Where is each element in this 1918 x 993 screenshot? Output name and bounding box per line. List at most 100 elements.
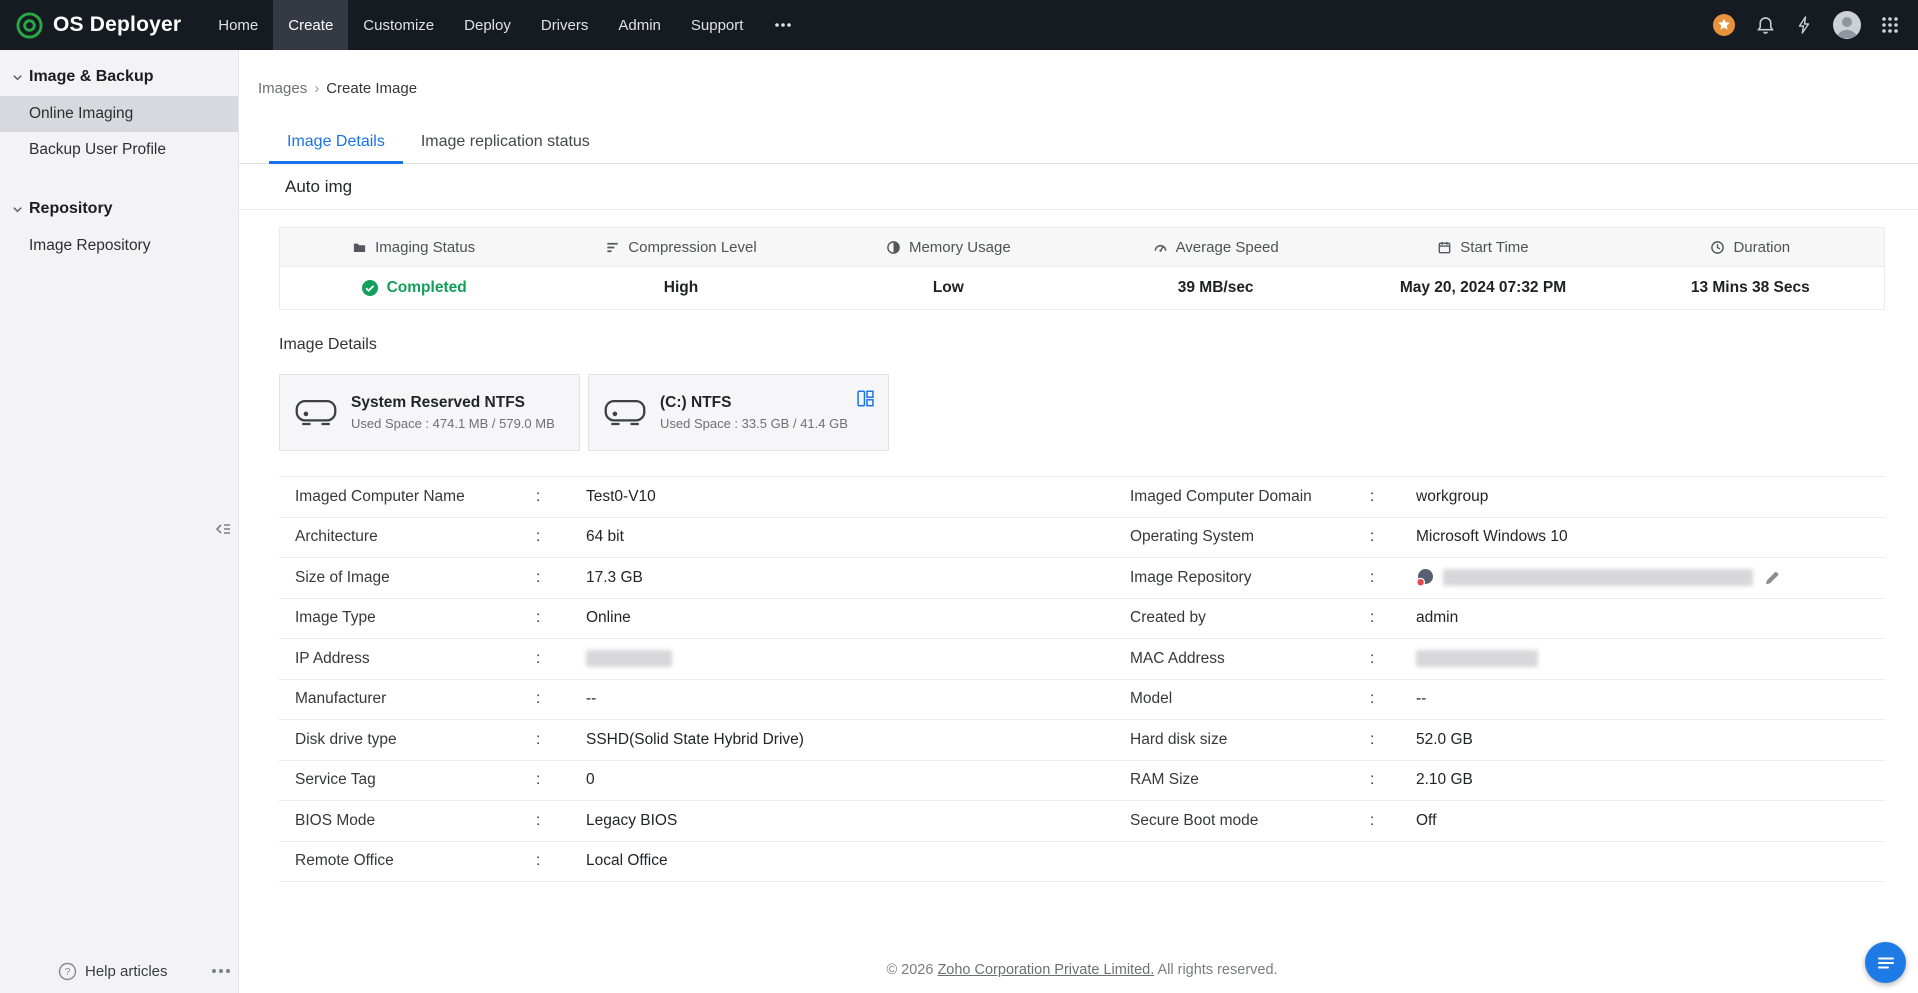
secure-boot-mode-value: Off — [1416, 812, 1885, 830]
hard-disk-size-value: 52.0 GB — [1416, 731, 1885, 749]
partition-card-c-drive[interactable]: (C:) NTFS Used Space : 33.5 GB / 41.4 GB — [588, 374, 889, 451]
partition-layout-icon[interactable] — [857, 390, 874, 412]
disk-drive-type-value: SSHD(Solid State Hybrid Drive) — [586, 731, 1130, 749]
edit-repository-icon[interactable] — [1763, 568, 1782, 587]
ip-address-value — [586, 650, 1130, 667]
redacted-ip-address — [586, 650, 672, 667]
nav-drivers[interactable]: Drivers — [526, 0, 604, 50]
detail-row: Imaged Computer Name : Test0-V10 Imaged … — [279, 477, 1885, 518]
sidebar-footer: ? Help articles — [0, 949, 238, 993]
manufacturer-value: -- — [586, 690, 1130, 708]
zoho-corporation-link[interactable]: Zoho Corporation Private Limited. — [937, 962, 1154, 978]
ram-size-value: 2.10 GB — [1416, 771, 1885, 789]
repository-server-icon — [1416, 568, 1435, 587]
image-details-heading: Image Details — [279, 336, 1918, 354]
disk-drive-icon — [603, 395, 647, 431]
sidebar-more-icon[interactable] — [212, 969, 230, 973]
nav-home[interactable]: Home — [203, 0, 273, 50]
nav-customize[interactable]: Customize — [348, 0, 449, 50]
status-table-header: Imaging Status Compression Level Memory … — [280, 228, 1884, 267]
detail-row: BIOS Mode : Legacy BIOS Secure Boot mode… — [279, 801, 1885, 842]
status-table-header-cell: Memory Usage — [815, 228, 1082, 266]
sidebar-item-image-repository[interactable]: Image Repository — [0, 228, 238, 264]
user-avatar[interactable] — [1832, 10, 1862, 40]
app-title: OS Deployer — [53, 13, 181, 37]
footer-copyright: © 2026 Zoho Corporation Private Limited.… — [279, 962, 1885, 978]
sidebar-item-backup-user-profile[interactable]: Backup User Profile — [0, 132, 238, 168]
detail-row: Size of Image : 17.3 GB Image Repository… — [279, 558, 1885, 599]
duration-icon — [1710, 240, 1725, 255]
nav-deploy[interactable]: Deploy — [449, 0, 526, 50]
quick-actions-lightning-icon[interactable] — [1794, 15, 1814, 35]
partition-cards: System Reserved NTFS Used Space : 474.1 … — [279, 374, 1918, 451]
floating-menu-button[interactable] — [1865, 942, 1906, 983]
main-content: Images › Create Image Image Details Imag… — [239, 50, 1918, 993]
status-table-header-cell: Duration — [1617, 228, 1884, 266]
whats-new-icon[interactable] — [1711, 12, 1737, 38]
notifications-bell-icon[interactable] — [1755, 15, 1776, 36]
disk-drive-icon — [294, 395, 338, 431]
main-navigation: Home Create Customize Deploy Drivers Adm… — [203, 0, 808, 50]
status-table-header-cell: Average Speed — [1082, 228, 1349, 266]
imaging-status-table: Imaging Status Compression Level Memory … — [279, 227, 1885, 310]
redacted-repository-name — [1443, 569, 1753, 586]
tab-bar: Image Details Image replication status — [239, 121, 1918, 164]
check-circle-icon — [361, 279, 379, 297]
remote-office-value: Local Office — [586, 852, 1130, 870]
collapse-sidebar-button[interactable] — [210, 516, 236, 542]
start-time-icon — [1437, 240, 1452, 255]
sidebar-section-label: Image & Backup — [29, 68, 153, 86]
sidebar: Image & Backup Online Imaging Backup Use… — [0, 50, 239, 993]
tab-image-details[interactable]: Image Details — [269, 121, 403, 163]
image-repository-value — [1416, 568, 1885, 587]
breadcrumb-images-link[interactable]: Images — [258, 80, 307, 97]
help-articles-button[interactable]: ? Help articles — [58, 962, 168, 981]
duration-value: 13 Mins 38 Secs — [1617, 267, 1884, 309]
detail-row: Image Type : Online Created by : admin — [279, 599, 1885, 640]
nav-more-icon[interactable] — [758, 0, 808, 50]
breadcrumb: Images › Create Image — [258, 80, 1918, 97]
nav-create[interactable]: Create — [273, 0, 348, 50]
partition-used-space: Used Space : 474.1 MB / 579.0 MB — [351, 416, 555, 431]
image-type-value: Online — [586, 609, 1130, 627]
app-brand[interactable]: OS Deployer — [0, 12, 203, 39]
status-table-header-cell: Compression Level — [547, 228, 814, 266]
status-col-label: Memory Usage — [909, 239, 1011, 256]
copyright-suffix: All rights reserved. — [1154, 962, 1277, 978]
sidebar-section-image-backup: Image & Backup Online Imaging Backup Use… — [0, 50, 238, 168]
redacted-mac-address — [1416, 650, 1538, 667]
nav-admin[interactable]: Admin — [603, 0, 676, 50]
imaging-status-value: Completed — [280, 267, 547, 309]
partition-name: (C:) NTFS — [660, 394, 848, 412]
nav-support[interactable]: Support — [676, 0, 759, 50]
copyright-prefix: © 2026 — [886, 962, 937, 978]
svg-text:?: ? — [65, 966, 71, 978]
size-of-image-value: 17.3 GB — [586, 569, 1130, 587]
memory-usage-value: Low — [815, 267, 1082, 309]
memory-usage-icon — [886, 240, 901, 255]
status-table-values: Completed High Low 39 MB/sec May 20, 202… — [280, 267, 1884, 310]
status-col-label: Compression Level — [628, 239, 756, 256]
operating-system-value: Microsoft Windows 10 — [1416, 528, 1885, 546]
tab-image-replication-status[interactable]: Image replication status — [403, 121, 608, 163]
sidebar-section-image-backup-header[interactable]: Image & Backup — [0, 50, 238, 96]
status-col-label: Imaging Status — [375, 239, 475, 256]
sidebar-item-online-imaging[interactable]: Online Imaging — [0, 96, 238, 132]
imaged-computer-name-value: Test0-V10 — [586, 488, 1130, 506]
status-col-label: Average Speed — [1176, 239, 1279, 256]
detail-row: Architecture : 64 bit Operating System :… — [279, 518, 1885, 559]
compression-level-value: High — [547, 267, 814, 309]
app-logo-icon — [16, 12, 43, 39]
mac-address-value — [1416, 650, 1885, 667]
partition-card-system-reserved[interactable]: System Reserved NTFS Used Space : 474.1 … — [279, 374, 580, 451]
detail-row: Service Tag : 0 RAM Size : 2.10 GB — [279, 761, 1885, 802]
breadcrumb-separator: › — [314, 80, 319, 97]
apps-grid-icon[interactable] — [1880, 15, 1900, 35]
detail-row: Remote Office : Local Office — [279, 842, 1885, 883]
help-question-icon: ? — [58, 962, 77, 981]
sidebar-section-repository-header[interactable]: Repository — [0, 182, 238, 228]
status-table-header-cell: Start Time — [1349, 228, 1616, 266]
service-tag-value: 0 — [586, 771, 1130, 789]
status-col-label: Start Time — [1460, 239, 1528, 256]
chevron-down-icon — [12, 72, 23, 83]
